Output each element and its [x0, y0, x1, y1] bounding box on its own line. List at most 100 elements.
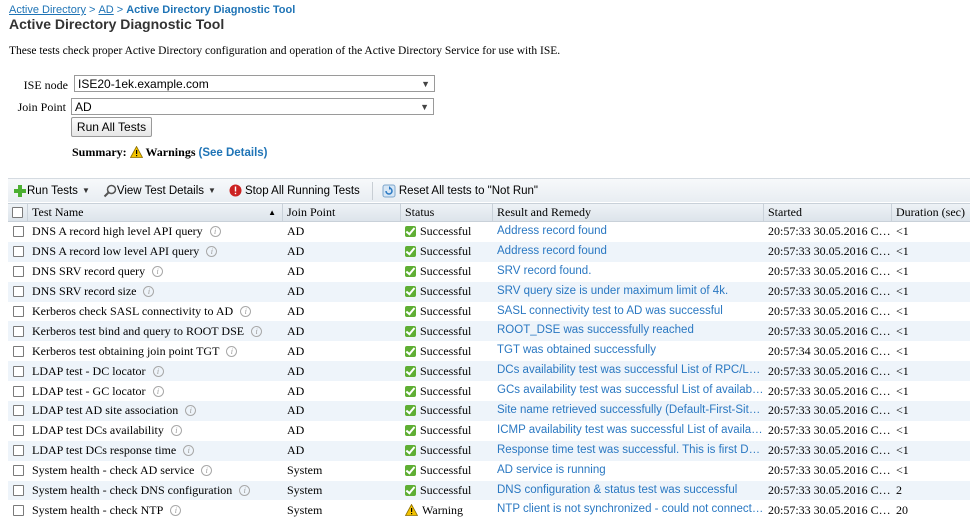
result-link[interactable]: SASL connectivity test to AD was success… — [493, 302, 764, 322]
table-row[interactable]: LDAP test AD site association i AD Successf… — [8, 401, 970, 421]
column-header-test-name[interactable]: Test Name ▲ — [28, 204, 283, 221]
info-icon[interactable]: i — [206, 246, 218, 258]
result-link[interactable]: NTP client is not synchronized - could n… — [493, 500, 764, 520]
result-link[interactable]: ROOT_DSE was successfully reached — [493, 321, 764, 341]
ise-node-select[interactable]: ISE20-1ek.example.com ▼ — [74, 75, 435, 92]
row-checkbox-cell — [8, 282, 28, 302]
row-checkbox[interactable] — [12, 465, 24, 477]
info-icon[interactable]: i — [226, 345, 238, 357]
row-checkbox[interactable] — [12, 266, 24, 278]
table-row[interactable]: System health - check AD service i System S… — [8, 461, 970, 481]
info-icon[interactable]: i — [152, 385, 164, 397]
run-all-tests-button[interactable]: Run All Tests — [71, 117, 152, 137]
row-checkbox[interactable] — [12, 485, 24, 497]
row-checkbox[interactable] — [12, 385, 24, 397]
reset-all-tests-button[interactable]: Reset All tests to "Not Run" — [382, 184, 538, 198]
status-text: Successful — [420, 264, 472, 279]
test-name-cell: Kerberos test bind and query to ROOT DSE… — [28, 321, 283, 341]
row-checkbox[interactable] — [12, 445, 24, 457]
result-link[interactable]: AD service is running — [493, 461, 764, 481]
breadcrumb-link-ad[interactable]: AD — [98, 4, 113, 16]
result-link[interactable]: DNS configuration & status test was succ… — [493, 481, 764, 501]
table-row[interactable]: DNS SRV record size i AD Successful SRV quer… — [8, 281, 970, 302]
table-row[interactable]: System health - check DNS configuration i… — [8, 480, 970, 501]
result-link[interactable]: SRV record found. — [493, 262, 764, 282]
result-link[interactable]: SRV query size is under maximum limit of… — [493, 282, 764, 302]
info-icon[interactable]: i — [183, 445, 195, 457]
test-name: DNS A record low level API query — [32, 244, 200, 259]
breadcrumb-link-active-directory[interactable]: Active Directory — [9, 4, 86, 16]
test-name-cell: System health - check AD service i — [28, 461, 283, 481]
table-row[interactable]: System health - check NTP i System Warning N… — [8, 500, 970, 520]
column-header-result[interactable]: Result and Remedy — [493, 204, 764, 221]
info-icon[interactable]: i — [170, 425, 182, 437]
result-link[interactable]: GCs availability test was successful Lis… — [493, 381, 764, 401]
row-checkbox-cell — [8, 500, 28, 520]
status-cell: Successful — [401, 242, 493, 262]
info-icon[interactable]: i — [152, 365, 164, 377]
result-link[interactable]: Site name retrieved successfully (Defaul… — [493, 401, 764, 421]
row-checkbox[interactable] — [12, 226, 24, 238]
run-tests-menu[interactable]: Run Tests ▼ — [13, 184, 90, 198]
column-header-join-point[interactable]: Join Point — [283, 204, 401, 221]
row-checkbox[interactable] — [12, 504, 24, 516]
see-details-link[interactable]: (See Details) — [198, 147, 267, 159]
table-row[interactable]: Kerberos test bind and query to ROOT DSE… — [8, 321, 970, 342]
table-row[interactable]: DNS SRV record query i AD Successful SRV rec… — [8, 262, 970, 282]
info-icon[interactable]: i — [170, 504, 182, 516]
result-link[interactable]: Address record found — [493, 242, 764, 262]
row-checkbox[interactable] — [12, 345, 24, 357]
status-text: Successful — [420, 304, 472, 318]
table-body: DNS A record high level API query i AD Succ… — [8, 222, 970, 520]
info-icon[interactable]: i — [143, 286, 155, 298]
test-name-cell: System health - check NTP i — [28, 500, 283, 520]
result-link[interactable]: Response time test was successful. This … — [493, 441, 764, 461]
success-check-icon — [405, 325, 416, 337]
info-icon[interactable]: i — [209, 226, 221, 238]
stop-all-tests-button[interactable]: Stop All Running Tests — [229, 184, 360, 197]
info-icon[interactable]: i — [239, 485, 251, 497]
column-header-status[interactable]: Status — [401, 204, 493, 221]
column-header-duration[interactable]: Duration (sec) — [892, 204, 970, 221]
test-name-cell: LDAP test - GC locator i — [28, 381, 283, 401]
table-row[interactable]: LDAP test DCs response time i AD Successful… — [8, 440, 970, 461]
test-name-cell: System health - check DNS configuration i — [28, 481, 283, 501]
toolbar-divider — [371, 181, 373, 200]
select-all-checkbox[interactable] — [12, 207, 23, 218]
info-icon[interactable]: i — [201, 465, 213, 477]
table-row[interactable]: LDAP test - DC locator i AD Successful DCs a… — [8, 361, 970, 382]
row-checkbox[interactable] — [12, 306, 24, 317]
row-checkbox[interactable] — [12, 405, 24, 417]
join-point-cell: System — [287, 463, 323, 478]
plus-icon — [14, 184, 26, 197]
table-row[interactable]: DNS A record low level API query i AD Succe… — [8, 241, 970, 262]
result-link[interactable]: DCs availability test was successful Lis… — [493, 361, 764, 381]
row-checkbox[interactable] — [12, 365, 24, 377]
result-link[interactable]: ICMP availability test was successful Li… — [493, 421, 764, 441]
result-link[interactable]: Address record found — [493, 222, 764, 242]
duration-cell: <1 — [896, 323, 909, 338]
table-row[interactable]: LDAP test DCs availability i AD Successful I… — [8, 421, 970, 441]
row-checkbox[interactable] — [12, 246, 24, 258]
info-icon[interactable]: i — [185, 405, 197, 417]
info-icon[interactable]: i — [152, 266, 164, 278]
table-row[interactable]: Kerberos check SASL connectivity to AD i A… — [8, 302, 970, 322]
result-link[interactable]: TGT was obtained successfully — [493, 341, 764, 361]
row-checkbox[interactable] — [12, 425, 24, 437]
success-check-icon — [405, 345, 416, 357]
column-header-started[interactable]: Started — [764, 204, 892, 221]
info-icon[interactable]: i — [251, 325, 263, 337]
join-point-select[interactable]: AD ▼ — [71, 98, 434, 115]
row-checkbox[interactable] — [12, 286, 24, 298]
info-icon[interactable]: i — [240, 306, 252, 317]
table-row[interactable]: DNS A record high level API query i AD Succ… — [8, 222, 970, 242]
row-checkbox[interactable] — [12, 325, 24, 337]
status-cell: Warning — [401, 500, 493, 520]
view-test-details-menu[interactable]: View Test Details ▼ — [103, 184, 216, 198]
row-checkbox-cell — [8, 361, 28, 381]
sort-ascending-icon: ▲ — [268, 208, 276, 217]
table-row[interactable]: LDAP test - GC locator i AD Successful GCs a… — [8, 381, 970, 401]
success-check-icon — [405, 485, 416, 497]
started-cell: 20:57:33 30.05.2016 C… — [768, 383, 891, 398]
table-row[interactable]: Kerberos test obtaining join point TGT i A… — [8, 341, 970, 361]
